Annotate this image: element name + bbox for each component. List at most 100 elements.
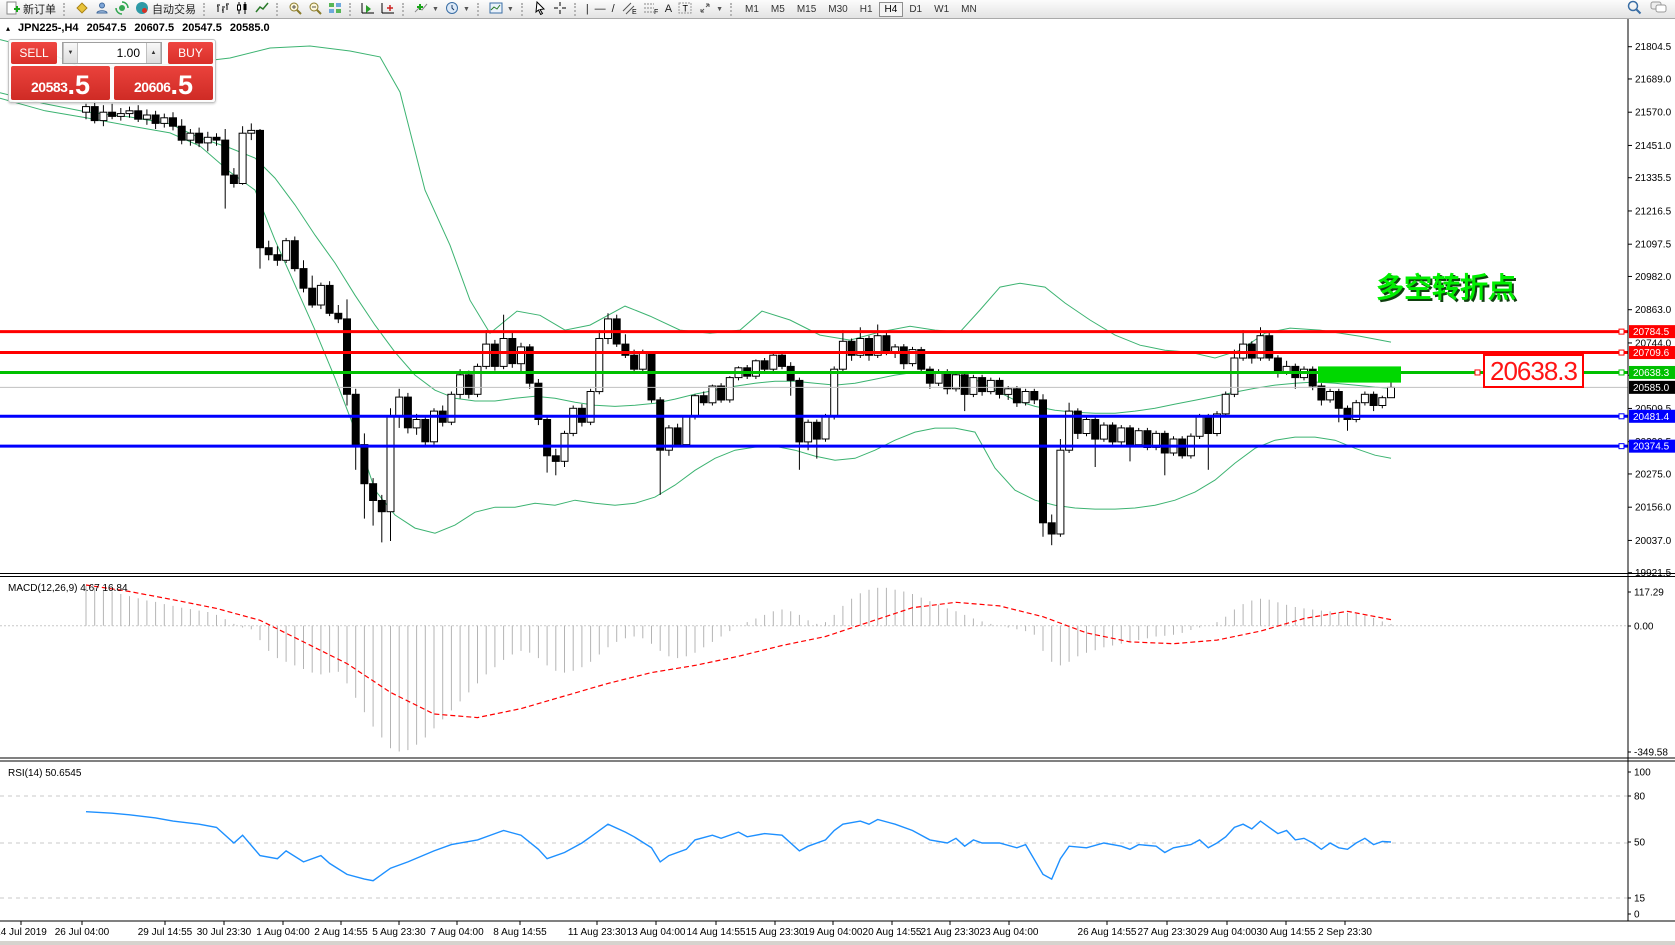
candle-body <box>169 117 177 127</box>
line-endpoint-marker[interactable] <box>1618 349 1625 356</box>
candle-body <box>543 419 552 457</box>
candle-body <box>551 455 560 462</box>
line-endpoint-marker[interactable] <box>1618 443 1625 450</box>
candle-body <box>195 132 204 144</box>
chart-text-annotation[interactable]: 多空转折点 <box>1376 266 1516 306</box>
candle-body <box>1204 416 1213 435</box>
candle-body <box>473 365 482 395</box>
ohlc-open: 20547.5 <box>86 22 127 34</box>
candle-body <box>943 371 952 390</box>
candle-body <box>229 174 238 185</box>
price-tick-label: 20863.0 <box>1635 305 1672 316</box>
candle-body <box>638 351 647 370</box>
candle-body <box>508 338 517 365</box>
candle-body <box>334 312 343 320</box>
candle-body <box>708 385 717 404</box>
sell-price-main: 20583 <box>31 79 68 95</box>
candle-body <box>1360 393 1369 404</box>
candle-body <box>290 240 299 270</box>
candle-body <box>264 247 273 256</box>
date-tick-label: 2 Sep 23:30 <box>1318 927 1372 938</box>
date-tick-label: 15 Aug 23:30 <box>746 927 805 938</box>
candle-body <box>386 416 395 513</box>
candle-body <box>351 393 360 446</box>
bollinger-lower <box>0 97 1392 534</box>
candle-body <box>1091 419 1100 440</box>
date-tick-label: 14 Aug 14:55 <box>687 927 746 938</box>
date-tick-label: 13 Aug 04:00 <box>627 927 686 938</box>
candle-body <box>325 284 334 314</box>
candle-body <box>1056 449 1065 535</box>
price-callout-box[interactable]: 20638.3 <box>1483 354 1584 388</box>
candle-body <box>882 335 891 354</box>
candle-body <box>1021 391 1030 404</box>
collapse-icon[interactable]: ▴ <box>6 24 10 33</box>
candle-body <box>447 393 456 423</box>
candle-body <box>812 421 821 440</box>
date-tick-label: 29 Jul 14:55 <box>138 927 193 938</box>
rsi-value: 50.6545 <box>45 768 82 779</box>
macd-name: MACD(12,26,9) <box>8 583 78 594</box>
sell-button[interactable]: SELL <box>11 42 57 64</box>
candle-body <box>160 117 169 124</box>
candle-body <box>760 360 769 370</box>
date-tick-label: 26 Aug 14:55 <box>1078 927 1137 938</box>
candle-body <box>899 346 908 365</box>
volume-input[interactable] <box>78 43 146 63</box>
candle-body <box>630 354 639 370</box>
candle-body <box>1073 410 1082 434</box>
line-endpoint-marker[interactable] <box>1618 369 1625 376</box>
chart-surface[interactable]: 117.29 0.00 -349.58 100 80 50 15 0 21804.5 21689.… <box>0 0 1675 945</box>
price-tick-label: 20275.0 <box>1635 469 1672 480</box>
mt4-window: 新订单 自动交易 ▼ ▼ ▼ | — / E F A T ▼ M1 M5 M15… <box>0 0 1675 945</box>
candle-body <box>778 354 786 367</box>
candle-body <box>1039 399 1047 524</box>
candle-body <box>656 399 665 451</box>
price-tick-label: 21097.5 <box>1635 240 1672 251</box>
line-endpoint-marker[interactable] <box>1618 413 1625 420</box>
symbol-period-label: JPN225-,H4 <box>18 22 79 34</box>
volume-up-button[interactable]: ▲ <box>146 43 161 63</box>
green-rectangle-annotation[interactable] <box>1318 366 1401 383</box>
rsi-axis-label: 0 <box>1634 910 1640 921</box>
candle-body <box>142 114 151 120</box>
date-tick-label: 5 Aug 23:30 <box>372 927 426 938</box>
volume-down-button[interactable]: ▼ <box>63 43 78 63</box>
candle-body <box>82 106 90 113</box>
candle-body <box>221 139 230 176</box>
candle-body <box>1387 386 1395 399</box>
candle-body <box>273 254 282 261</box>
buy-price-pips: .5 <box>170 70 193 101</box>
date-tick-label: 23 Aug 04:00 <box>980 927 1039 938</box>
window-bottom-strip <box>0 941 1675 945</box>
candle-body <box>99 111 108 122</box>
candle-body <box>1160 432 1169 454</box>
line-endpoint-marker[interactable] <box>1618 328 1625 335</box>
date-tick-label: 7 Aug 04:00 <box>430 927 484 938</box>
candle-body <box>1326 391 1335 401</box>
candle-body <box>1369 393 1378 406</box>
buy-button[interactable]: BUY <box>168 42 213 64</box>
candle-body <box>282 240 291 261</box>
candle-body <box>1134 430 1143 446</box>
price-tick-label: 21570.0 <box>1635 108 1672 119</box>
price-tick-label: 21451.0 <box>1635 141 1672 152</box>
candle-body <box>395 396 404 418</box>
price-tick-label: 21689.0 <box>1635 74 1672 85</box>
sell-price-box[interactable]: 20583 .5 <box>11 66 110 100</box>
candle-body <box>369 483 378 502</box>
buy-price-box[interactable]: 20606 .5 <box>114 66 213 100</box>
axis-price-flag-text: 20374.5 <box>1633 442 1670 453</box>
candle-body <box>90 106 99 122</box>
candle-body <box>464 374 473 395</box>
macd-signal-value: 16.84 <box>102 583 128 594</box>
candle-body <box>647 351 656 401</box>
date-tick-label: 26 Jul 04:00 <box>55 927 110 938</box>
chart-title-bar: ▴ JPN225-,H4 20547.5 20607.5 20547.5 205… <box>6 22 270 34</box>
date-tick-label: 19 Aug 04:00 <box>804 927 863 938</box>
callout-anchor[interactable] <box>1474 369 1481 376</box>
rsi-line <box>85 811 1392 882</box>
candle-body <box>421 419 430 443</box>
candle-body <box>316 284 325 306</box>
rsi-indicator-label: RSI(14) 50.6545 <box>8 768 81 779</box>
